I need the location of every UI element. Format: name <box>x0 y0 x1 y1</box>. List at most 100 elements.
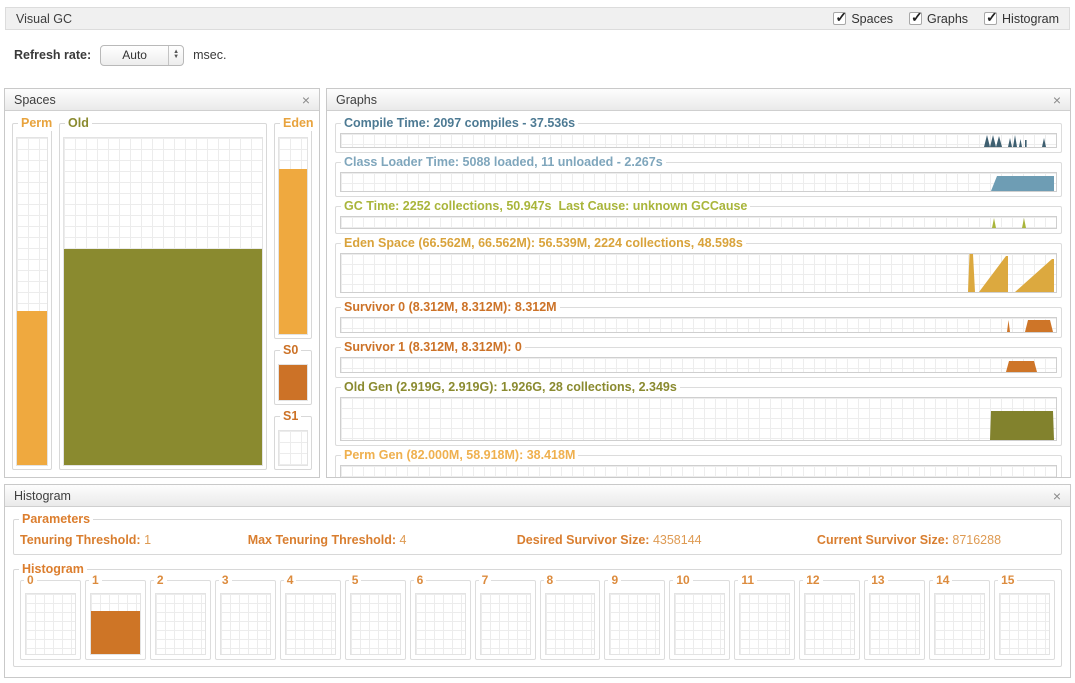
class-loader-time-graph: Class Loader Time: 5088 loaded, 11 unloa… <box>335 155 1062 197</box>
survivor1-strip-chart <box>340 357 1057 373</box>
eden-fill-bar <box>279 169 307 334</box>
survivor1-graph-label: Survivor 1 (8.312M, 8.312M): 0 <box>341 340 525 355</box>
survivor1-space-chart <box>278 430 308 466</box>
current-survivor-size: Current Survivor Size: 8716288 <box>816 533 1002 547</box>
perm-space: Perm <box>12 116 56 470</box>
stepper-arrows-icon[interactable]: ▲ ▼ <box>168 45 183 65</box>
histogram-panel-title: Histogram <box>14 488 71 503</box>
perm-gen-block <box>990 466 1054 477</box>
survivor0-block <box>1007 320 1053 332</box>
perm-gen-graph-label: Perm Gen (82.000M, 58.918M): 38.418M <box>341 448 579 463</box>
histogram-bucket-0: 0 <box>20 573 81 660</box>
parameters-group: Parameters Tenuring Threshold: 1 Max Ten… <box>13 512 1062 555</box>
graphs-panel: Graphs × Compile Time: 2097 compiles - 3… <box>326 88 1071 478</box>
histogram-bucket-15: 15 <box>994 573 1055 660</box>
view-toggles: Spaces Graphs Histogram <box>833 9 1059 26</box>
histogram-bucket-13: 13 <box>864 573 926 660</box>
refresh-rate-value: Auto <box>122 48 147 62</box>
survivor0-fill-bar <box>279 364 307 401</box>
checkbox-spaces[interactable]: Spaces <box>833 9 894 26</box>
class-loader-strip-chart <box>340 172 1057 192</box>
perm-gen-graph: Perm Gen (82.000M, 58.918M): 38.418M <box>335 448 1062 477</box>
spaces-body: Perm Old Eden S0 S1 <box>5 111 319 477</box>
eden-space-chart <box>278 137 308 335</box>
survivor0-space-label: S0 <box>280 342 302 358</box>
graphs-panel-header: Graphs × <box>327 89 1070 111</box>
histogram-bucket-3: 3 <box>214 573 276 660</box>
histogram-buckets-group: Histogram 0 1 2 3 4 5 6 7 8 9 10 11 12 1… <box>13 562 1062 667</box>
histogram-bucket-6: 6 <box>409 573 471 660</box>
eden-space-label: Eden <box>280 116 317 131</box>
eden-space-strip-chart <box>340 253 1057 293</box>
eden-space-graph-label: Eden Space (66.562M, 66.562M): 56.539M, … <box>341 236 746 251</box>
eden-sawtooth <box>968 254 1054 292</box>
checkbox-graphs-label: Graphs <box>927 11 969 26</box>
spaces-panel-title: Spaces <box>14 92 56 107</box>
histogram-bucket-9: 9 <box>604 573 666 660</box>
perm-gen-strip-chart <box>340 465 1057 477</box>
histogram-bucket-12: 12 <box>799 573 861 660</box>
survivor0-space: S0 <box>274 342 312 406</box>
refresh-rate-unit: msec. <box>193 48 227 62</box>
checkbox-histogram[interactable]: Histogram <box>984 9 1059 26</box>
eden-space-graph: Eden Space (66.562M, 66.562M): 56.539M, … <box>335 236 1062 298</box>
compile-time-graph: Compile Time: 2097 compiles - 37.536s <box>335 116 1062 153</box>
close-icon[interactable]: × <box>302 93 310 107</box>
eden-space: Eden <box>274 116 317 339</box>
old-space-chart <box>63 137 263 466</box>
old-gen-block <box>990 411 1054 440</box>
histogram-bucket-2: 2 <box>149 573 211 660</box>
eden-column: Eden S0 S1 <box>274 116 317 470</box>
checkbox-checked-icon <box>833 9 847 26</box>
close-icon[interactable]: × <box>1053 93 1061 107</box>
compile-time-label: Compile Time: 2097 compiles - 37.536s <box>341 116 579 131</box>
desired-survivor-size: Desired Survivor Size: 4358144 <box>516 533 702 547</box>
histogram-bucket-4: 4 <box>279 573 341 660</box>
survivor0-space-chart <box>278 363 308 402</box>
checkbox-checked-icon <box>909 9 923 26</box>
gc-time-spikes <box>992 218 1026 228</box>
tenuring-threshold: Tenuring Threshold: 1 <box>20 533 152 547</box>
visual-gc-window: Visual GC Spaces Graphs Histogram Refres… <box>0 0 1075 683</box>
graphs-body: Compile Time: 2097 compiles - 37.536s Cl… <box>327 111 1070 477</box>
survivor1-space-label: S1 <box>280 409 302 425</box>
page-title: Visual GC <box>16 11 73 26</box>
refresh-rate-select[interactable]: Auto ▲ ▼ <box>100 44 185 66</box>
perm-space-chart <box>16 137 48 466</box>
survivor1-graph: Survivor 1 (8.312M, 8.312M): 0 <box>335 340 1062 378</box>
old-fill-bar <box>64 249 262 465</box>
parameters-group-label: Parameters <box>19 512 94 527</box>
close-icon[interactable]: × <box>1053 489 1061 503</box>
histogram-bucket-11: 11 <box>734 573 796 660</box>
compile-time-strip-chart <box>340 133 1057 148</box>
perm-space-label: Perm <box>18 116 56 131</box>
histogram-bucket-1: 1 <box>84 573 146 660</box>
checkbox-checked-icon <box>984 9 998 26</box>
refresh-rate-row: Refresh rate: Auto ▲ ▼ msec. <box>14 44 226 66</box>
survivor0-graph-label: Survivor 0 (8.312M, 8.312M): 8.312M <box>341 300 560 315</box>
checkbox-spaces-label: Spaces <box>851 11 894 26</box>
titlebar: Visual GC Spaces Graphs Histogram <box>5 7 1070 30</box>
class-loader-time-label: Class Loader Time: 5088 loaded, 11 unloa… <box>341 155 666 170</box>
max-tenuring-threshold: Max Tenuring Threshold: 4 <box>247 533 407 547</box>
old-gen-strip-chart <box>340 397 1057 441</box>
survivor1-block <box>1006 361 1037 372</box>
survivor0-graph: Survivor 0 (8.312M, 8.312M): 8.312M <box>335 300 1062 338</box>
graphs-panel-title: Graphs <box>336 92 377 107</box>
perm-fill-bar <box>17 311 47 465</box>
spaces-panel-header: Spaces × <box>5 89 319 111</box>
refresh-rate-label: Refresh rate: <box>14 48 92 62</box>
spaces-panel: Spaces × Perm Old Eden S0 S1 <box>4 88 320 478</box>
survivor1-space: S1 <box>274 409 312 470</box>
bucket-row: 0 1 2 3 4 5 6 7 8 9 10 11 12 13 14 15 <box>20 573 1055 660</box>
class-loader-block <box>991 176 1054 191</box>
histogram-panel: Histogram × Parameters Tenuring Threshol… <box>4 484 1071 678</box>
checkbox-graphs[interactable]: Graphs <box>909 9 969 26</box>
old-space: Old <box>59 116 267 470</box>
gc-time-label: GC Time: 2252 collections, 50.947s Last … <box>341 199 751 214</box>
histogram-bucket-5: 5 <box>344 573 406 660</box>
histogram-bucket-7: 7 <box>474 573 536 660</box>
compile-time-spikes <box>984 135 1046 147</box>
histogram-bucket-8: 8 <box>539 573 601 660</box>
histogram-bucket-14: 14 <box>929 573 991 660</box>
